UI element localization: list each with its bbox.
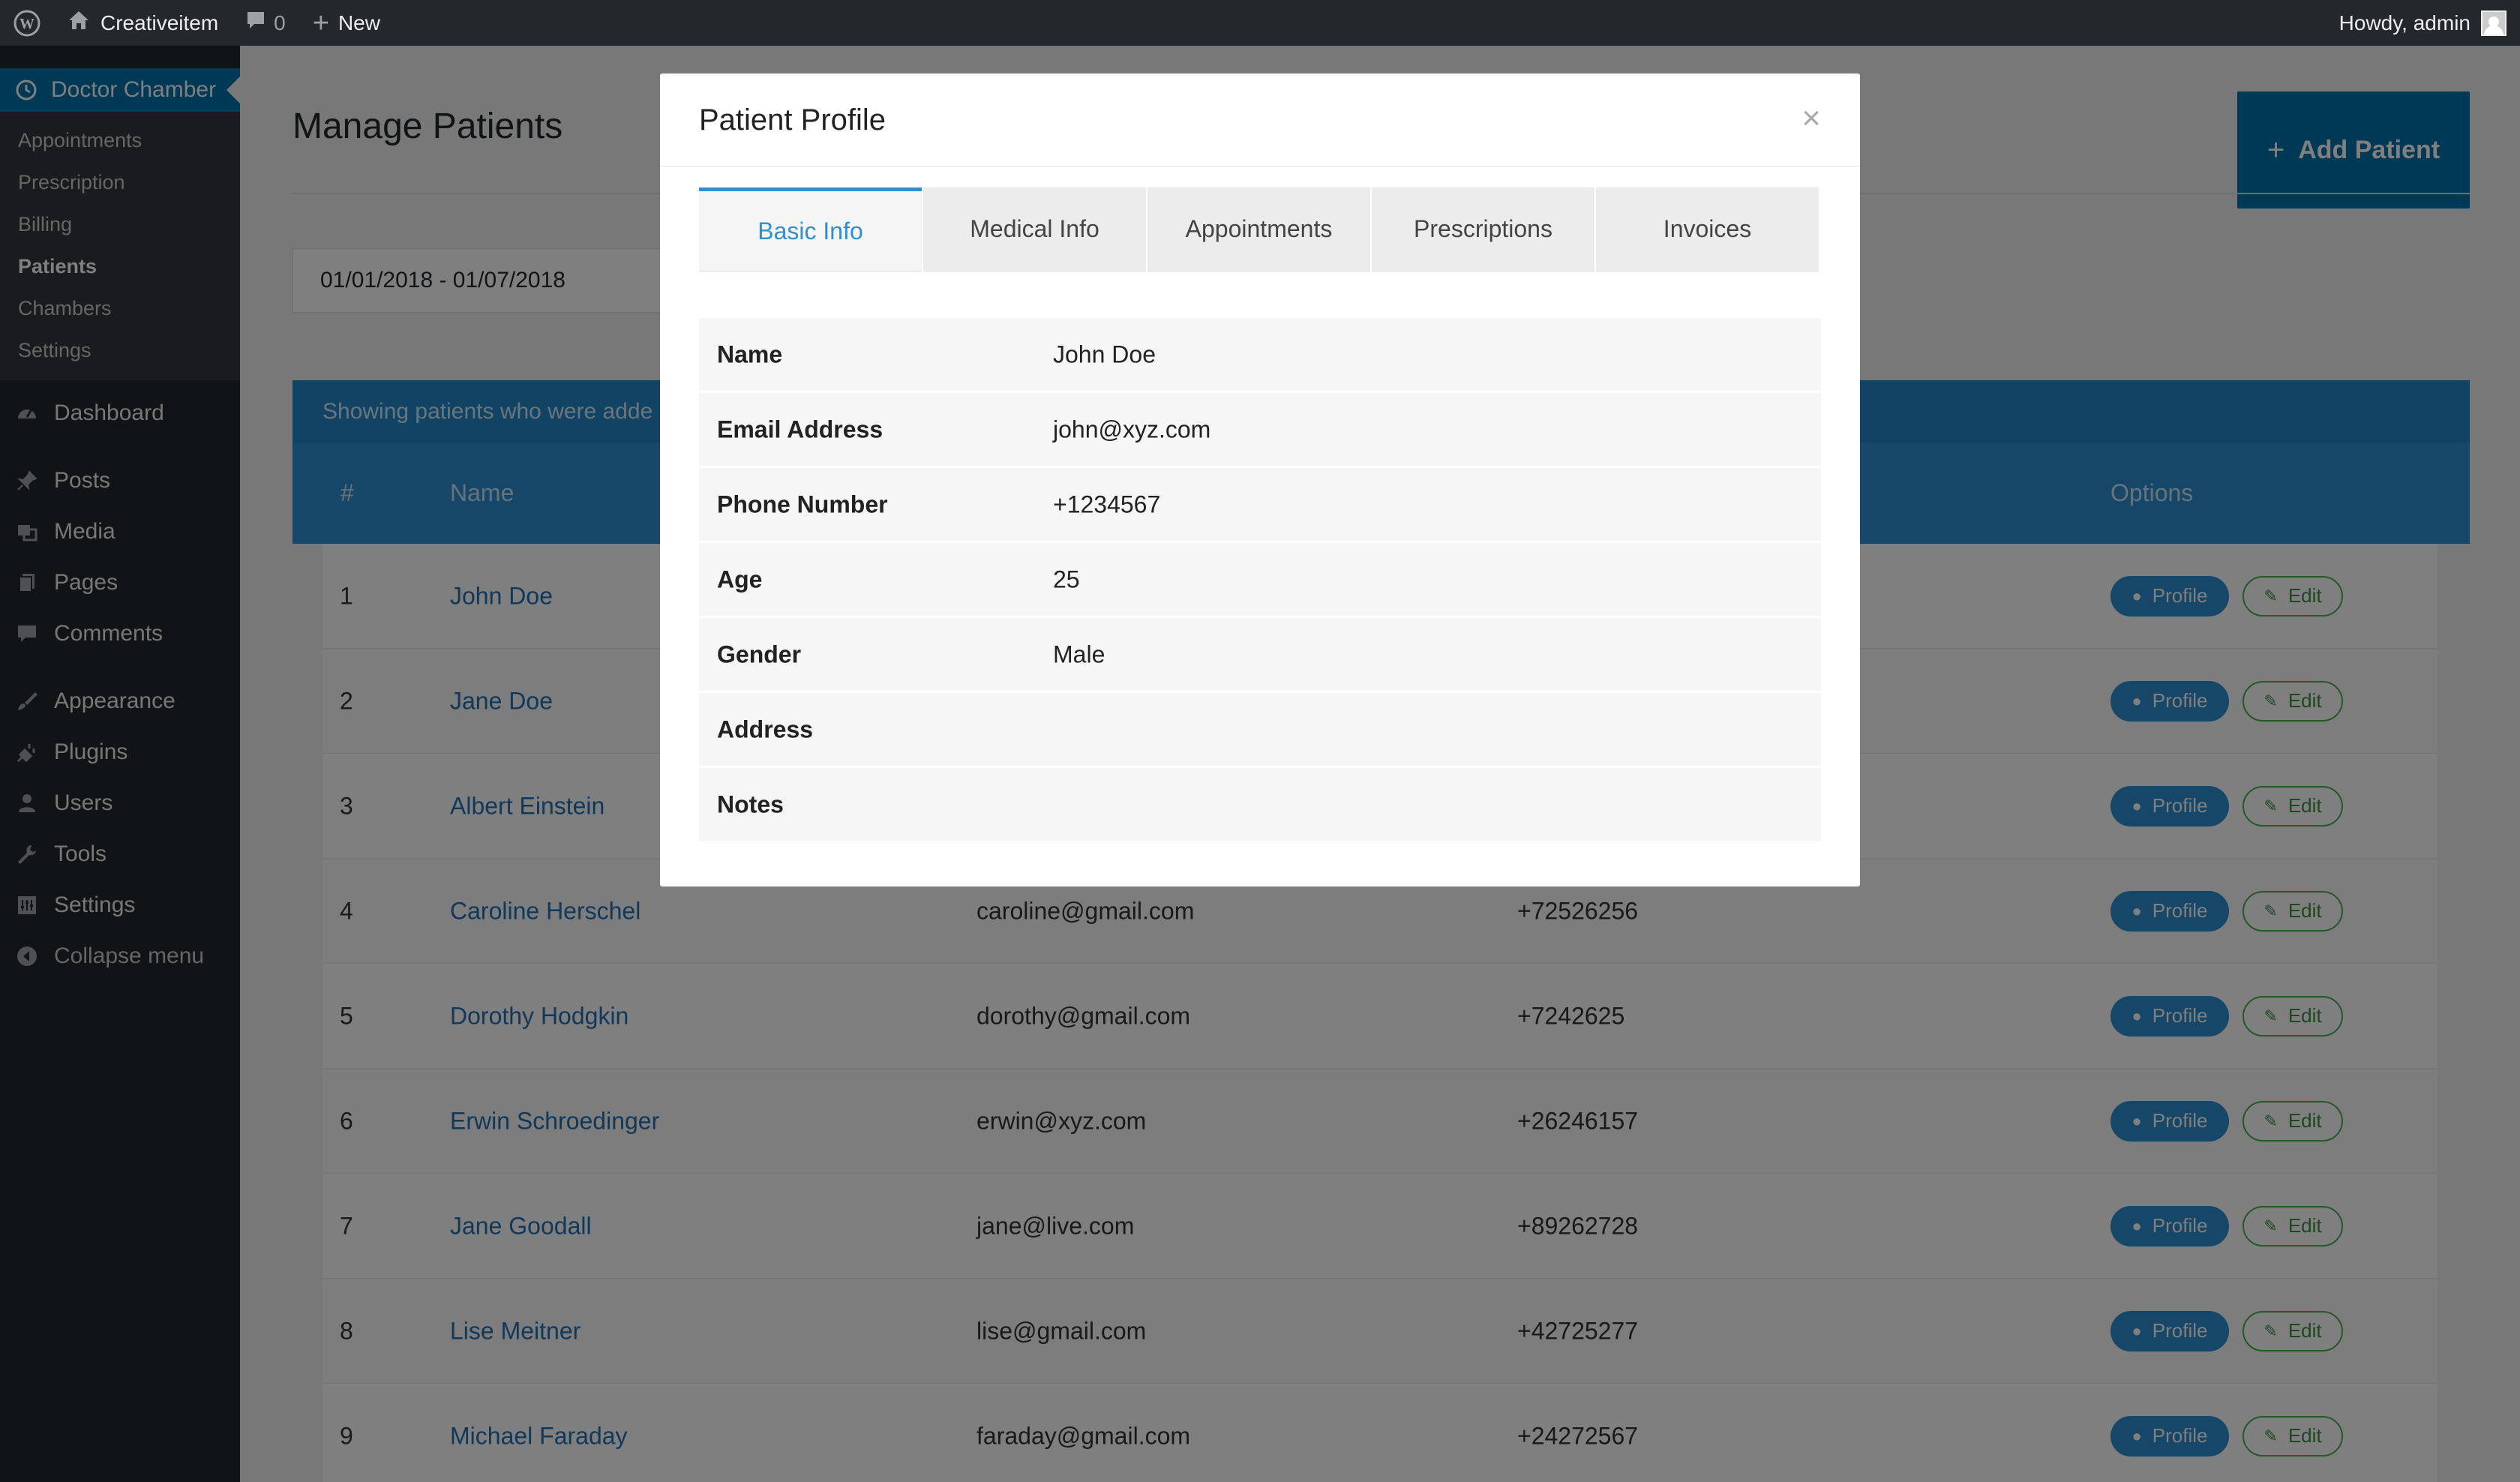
info-row-name: Name John Doe xyxy=(699,318,1821,393)
field-value: +1234567 xyxy=(1053,490,1161,518)
close-icon[interactable]: × xyxy=(1802,102,1821,135)
field-label: Gender xyxy=(717,640,802,668)
field-label: Address xyxy=(717,716,814,742)
field-value: john@xyz.com xyxy=(1053,416,1211,442)
avatar xyxy=(2481,10,2506,36)
info-row-phone: Phone Number +1234567 xyxy=(699,468,1821,543)
comments-link[interactable]: 0 xyxy=(232,0,299,46)
site-name-link[interactable]: Creativeitem xyxy=(54,0,232,46)
admin-bar: W Creativeitem 0 + New Howdy, admin xyxy=(0,0,2520,46)
info-row-address: Address xyxy=(699,693,1821,768)
wordpress-logo-icon[interactable]: W xyxy=(0,0,54,46)
new-label: New xyxy=(338,10,380,34)
tab-medical-info[interactable]: Medical Info xyxy=(923,188,1146,272)
info-row-age: Age 25 xyxy=(699,543,1821,618)
field-label: Name xyxy=(717,340,783,368)
field-label: Age xyxy=(717,566,763,592)
comment-icon xyxy=(245,10,266,36)
greeting: Howdy, admin xyxy=(2338,10,2470,34)
info-row-gender: Gender Male xyxy=(699,618,1821,693)
new-content-link[interactable]: + New xyxy=(299,0,394,46)
field-label: Email Address xyxy=(717,416,884,442)
tab-appointments[interactable]: Appointments xyxy=(1148,188,1370,272)
field-value: John Doe xyxy=(1053,340,1156,368)
info-row-notes: Notes xyxy=(699,768,1821,843)
comments-count: 0 xyxy=(274,10,286,34)
profile-tabs: Basic Info Medical Info Appointments Pre… xyxy=(699,188,1821,272)
svg-text:W: W xyxy=(20,16,34,32)
info-row-email: Email Address john@xyz.com xyxy=(699,393,1821,468)
modal-title: Patient Profile xyxy=(699,104,886,136)
tab-basic-info[interactable]: Basic Info xyxy=(699,188,922,272)
field-label: Notes xyxy=(717,790,784,818)
plus-icon: + xyxy=(312,7,329,39)
home-icon xyxy=(68,10,90,36)
tab-prescriptions[interactable]: Prescriptions xyxy=(1372,188,1594,272)
modal-header: Patient Profile × xyxy=(660,74,1860,166)
patient-profile-modal: Patient Profile × Basic Info Medical Inf… xyxy=(660,74,1860,886)
basic-info-table: Name John Doe Email Address john@xyz.com… xyxy=(699,318,1821,843)
field-label: Phone Number xyxy=(717,490,888,518)
site-name: Creativeitem xyxy=(100,10,219,34)
field-value: Male xyxy=(1053,640,1106,668)
tab-invoices[interactable]: Invoices xyxy=(1596,188,1819,272)
my-account[interactable]: Howdy, admin xyxy=(2339,10,2520,36)
field-value: 25 xyxy=(1053,566,1080,592)
